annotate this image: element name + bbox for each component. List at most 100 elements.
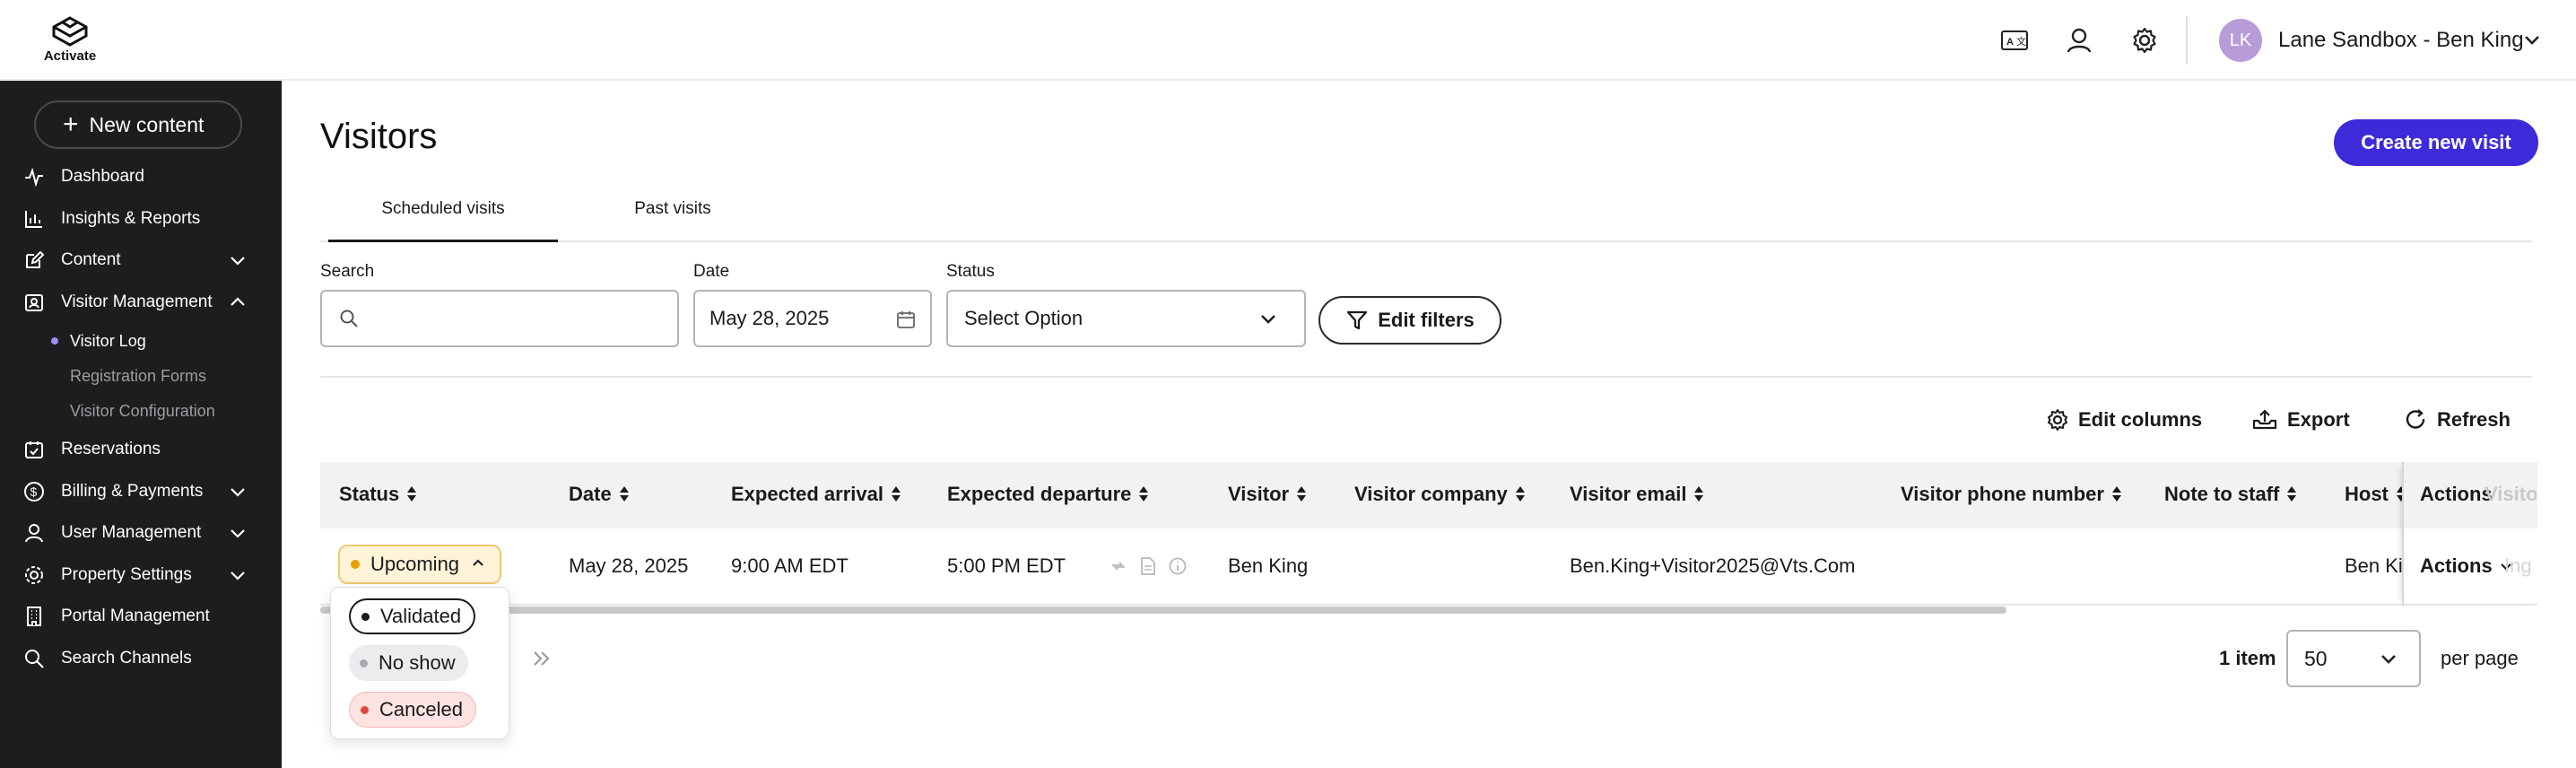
tab-past-visits[interactable]: Past visits <box>558 199 788 242</box>
settings-gear-icon[interactable] <box>2126 22 2163 59</box>
status-select[interactable]: Select Option <box>946 290 1306 347</box>
actions-label: Actions <box>2420 554 2493 577</box>
column-header-visitor-email[interactable]: Visitor email <box>1570 483 1704 506</box>
sidebar-item-label: Portal Management <box>61 607 210 625</box>
column-header-date[interactable]: Date <box>569 483 630 506</box>
header-divider <box>2186 16 2188 65</box>
sidebar-item-visitor-management[interactable]: Visitor Management <box>0 284 282 320</box>
column-header-note-to-staff[interactable]: Note to staff <box>2164 483 2297 506</box>
refresh-label: Refresh <box>2437 408 2511 431</box>
refresh-button[interactable]: Refresh <box>2403 402 2511 438</box>
last-page-icon[interactable] <box>528 645 555 672</box>
cell-expected-departure: 5:00 PM EDT <box>947 554 1066 577</box>
logo-text: Activate <box>43 48 97 64</box>
sidebar-item-portal-management[interactable]: Portal Management <box>0 598 282 634</box>
export-button[interactable]: Export <box>2251 402 2350 438</box>
repeat-icon[interactable] <box>1109 556 1128 576</box>
avatar[interactable]: LK <box>2219 19 2262 62</box>
sort-icon[interactable] <box>619 485 630 503</box>
column-header-actions: Actions <box>2420 483 2493 505</box>
status-option-canceled[interactable]: Canceled <box>349 692 476 728</box>
per-page-label: per page <box>2441 647 2519 669</box>
column-header-visitor-company[interactable]: Visitor company <box>1354 483 1526 506</box>
chevron-down-icon[interactable] <box>226 480 249 503</box>
sort-icon[interactable] <box>1296 485 1307 503</box>
user-icon <box>22 521 46 545</box>
chevron-down-icon[interactable] <box>226 521 249 545</box>
search-input[interactable] <box>320 290 679 347</box>
export-label: Export <box>2287 408 2350 431</box>
date-value: May 28, 2025 <box>709 307 830 329</box>
activate-logo[interactable]: Activate <box>38 16 102 68</box>
chevron-down-icon[interactable] <box>226 563 249 587</box>
account-name[interactable]: Lane Sandbox - Ben King <box>2278 28 2524 53</box>
status-badge-dropdown[interactable]: Upcoming <box>338 545 501 584</box>
bar-chart-icon <box>22 207 46 231</box>
column-header-status[interactable]: Status <box>339 483 417 506</box>
info-icon[interactable] <box>1168 556 1188 576</box>
sidebar-subitem-registration-forms[interactable]: Registration Forms <box>70 362 206 390</box>
plus-icon: + <box>63 109 79 139</box>
sort-icon[interactable] <box>2111 485 2122 503</box>
status-option-validated[interactable]: Validated <box>349 598 476 634</box>
sidebar-item-content[interactable]: Content <box>0 242 282 278</box>
edit-filters-button[interactable]: Edit filters <box>1318 296 1501 345</box>
sidebar-item-search-channels[interactable]: Search Channels <box>0 641 282 676</box>
sort-icon[interactable] <box>406 485 417 503</box>
column-header-host[interactable]: Host <box>2345 483 2406 506</box>
document-icon[interactable] <box>1139 556 1157 576</box>
column-header-expected-arrival[interactable]: Expected arrival <box>731 483 901 506</box>
chevron-down-icon[interactable] <box>226 249 249 272</box>
create-new-visit-button[interactable]: Create new visit <box>2334 119 2538 166</box>
column-header-visitor[interactable]: Visitor <box>1228 483 1307 506</box>
sidebar-subitem-visitor-configuration[interactable]: Visitor Configuration <box>70 397 215 425</box>
chevron-up-icon[interactable] <box>226 291 249 314</box>
status-dropdown-menu: Validated No show Canceled <box>330 587 509 739</box>
sidebar: + New content Dashboard Insights & Repor… <box>0 81 282 768</box>
items-count: 1 item <box>2219 647 2276 669</box>
new-content-button[interactable]: + New content <box>34 100 242 149</box>
column-header-visitor-phone[interactable]: Visitor phone number <box>1901 483 2122 506</box>
sidebar-item-label: Search Channels <box>61 649 192 668</box>
calendar-icon[interactable] <box>896 310 916 329</box>
cell-expected-arrival: 9:00 AM EDT <box>731 554 849 577</box>
gear-icon <box>2048 409 2067 431</box>
tab-scheduled-visits[interactable]: Scheduled visits <box>328 199 558 242</box>
svg-text:A: A <box>2006 37 2014 48</box>
sidebar-item-user-management[interactable]: User Management <box>0 515 282 551</box>
sidebar-item-billing[interactable]: $ Billing & Payments <box>0 474 282 510</box>
building-icon <box>22 605 46 628</box>
sidebar-item-label: Property Settings <box>61 565 192 584</box>
svg-text:$: $ <box>30 484 38 499</box>
sort-icon[interactable] <box>2286 485 2297 503</box>
edit-filters-label: Edit filters <box>1378 309 1475 331</box>
sort-icon[interactable] <box>891 485 901 503</box>
horizontal-scrollbar[interactable] <box>320 607 2006 614</box>
sidebar-item-insights[interactable]: Insights & Reports <box>0 201 282 237</box>
language-icon[interactable]: A文 <box>1996 22 2033 59</box>
status-select-value: Select Option <box>964 307 1083 329</box>
search-label: Search <box>320 262 375 281</box>
row-icons <box>1109 556 1188 576</box>
sidebar-item-dashboard[interactable]: Dashboard <box>0 159 282 195</box>
sidebar-item-reservations[interactable]: Reservations <box>0 432 282 467</box>
activate-logo-icon <box>52 16 88 47</box>
filters-divider <box>320 376 2532 378</box>
date-label: Date <box>693 262 730 281</box>
edit-columns-button[interactable]: Edit columns <box>2046 402 2202 438</box>
column-header-expected-departure[interactable]: Expected departure <box>947 483 1149 506</box>
per-page-select[interactable]: 50 <box>2286 630 2421 687</box>
sort-icon[interactable] <box>1515 485 1526 503</box>
status-option-no-show[interactable]: No show <box>349 645 468 681</box>
profile-icon[interactable] <box>2060 22 2098 59</box>
sidebar-item-label: Dashboard <box>61 167 144 186</box>
row-actions-button[interactable]: Actions <box>2420 554 2514 578</box>
sort-icon[interactable] <box>1138 485 1149 503</box>
active-indicator-dot <box>51 337 58 345</box>
sidebar-subitem-visitor-log[interactable]: Visitor Log <box>70 327 146 355</box>
overflow-header-text: Visitor Co <box>2485 483 2537 505</box>
chevron-down-icon[interactable] <box>2519 27 2546 54</box>
sort-icon[interactable] <box>1693 485 1704 503</box>
date-input[interactable]: May 28, 2025 <box>693 290 932 347</box>
sidebar-item-property-settings[interactable]: Property Settings <box>0 557 282 593</box>
